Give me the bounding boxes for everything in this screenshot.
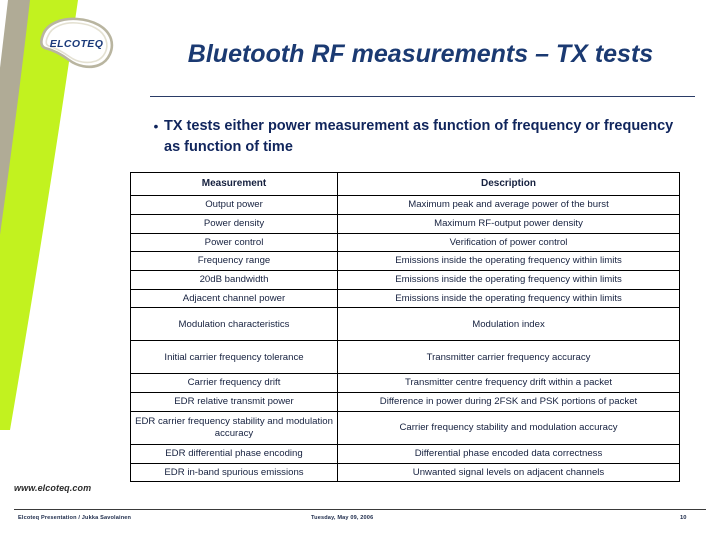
slide-number: 10 <box>680 515 687 521</box>
cell-measurement: Output power <box>130 195 338 215</box>
elcoteq-logo: ELCOTEQ <box>33 17 116 73</box>
table-row: Output power Maximum peak and average po… <box>130 195 680 215</box>
website-label: www.elcoteq.com <box>14 483 92 493</box>
footer-divider <box>14 509 706 510</box>
bullet-marker-icon: • <box>153 118 159 134</box>
cell-measurement: Adjacent channel power <box>130 288 338 309</box>
table-row: EDR carrier frequency stability and modu… <box>130 410 680 445</box>
cell-description: Differential phase encoded data correctn… <box>337 443 680 464</box>
table-row: 20dB bandwidth Emissions inside the oper… <box>130 270 680 290</box>
table-row: Power density Maximum RF-output power de… <box>130 213 680 234</box>
cell-description: Carrier frequency stability and modulati… <box>337 410 680 445</box>
decorative-swoosh <box>0 0 140 540</box>
table-row: Modulation characteristics Modulation in… <box>130 307 680 342</box>
cell-measurement: Modulation characteristics <box>130 307 338 342</box>
cell-description: Verification of power control <box>337 232 680 253</box>
cell-measurement: Power control <box>130 232 338 253</box>
cell-measurement: Power density <box>130 213 338 234</box>
bullet-item: • TX tests either power measurement as f… <box>148 116 693 158</box>
cell-measurement: 20dB bandwidth <box>130 270 338 290</box>
slide-title: Bluetooth RF measurements – TX tests <box>187 40 654 68</box>
logo-wordmark: ELCOTEQ <box>49 38 104 50</box>
cell-description: Emissions inside the operating frequency… <box>337 251 680 271</box>
table-header-row: Measurement Description <box>130 171 680 197</box>
cell-description: Emissions inside the operating frequency… <box>337 270 680 290</box>
table-row: EDR differential phase encoding Differen… <box>130 443 680 464</box>
column-header-measurement: Measurement <box>130 171 338 197</box>
table-row: Carrier frequency drift Transmitter cent… <box>130 373 680 394</box>
cell-description: Unwanted signal levels on adjacent chann… <box>337 462 680 483</box>
table-row: Frequency range Emissions inside the ope… <box>130 251 680 271</box>
table-row: EDR relative transmit power Difference i… <box>130 392 680 412</box>
cell-measurement: EDR in-band spurious emissions <box>130 462 338 483</box>
cell-description: Difference in power during 2FSK and PSK … <box>337 392 680 412</box>
cell-description: Transmitter carrier frequency accuracy <box>337 340 680 375</box>
cell-measurement: EDR relative transmit power <box>130 392 338 412</box>
table-row: EDR in-band spurious emissions Unwanted … <box>130 462 680 483</box>
column-header-description: Description <box>337 171 680 197</box>
cell-description: Emissions inside the operating frequency… <box>337 288 680 309</box>
cell-description: Transmitter centre frequency drift withi… <box>337 373 680 394</box>
cell-measurement: Initial carrier frequency tolerance <box>130 340 338 375</box>
table-row: Adjacent channel power Emissions inside … <box>130 288 680 309</box>
cell-description: Maximum RF-output power density <box>337 213 680 234</box>
bullet-text: TX tests either power measurement as fun… <box>164 118 674 155</box>
cell-description: Maximum peak and average power of the bu… <box>337 195 680 215</box>
footer-presentation-label: Elcoteq Presentation / Jukka Savolainen <box>18 515 132 521</box>
slide: ELCOTEQ Bluetooth RF measurements – TX t… <box>0 0 720 540</box>
footer-date: Tuesday, May 09, 2006 <box>311 515 374 521</box>
tx-tests-table: Measurement Description Output power Max… <box>130 171 680 483</box>
cell-measurement: Carrier frequency drift <box>130 373 338 394</box>
cell-measurement: Frequency range <box>130 251 338 271</box>
table-row: Initial carrier frequency tolerance Tran… <box>130 340 680 375</box>
title-divider <box>150 96 695 97</box>
cell-measurement: EDR carrier frequency stability and modu… <box>130 410 338 445</box>
cell-description: Modulation index <box>337 307 680 342</box>
table-row: Power control Verification of power cont… <box>130 232 680 253</box>
cell-measurement: EDR differential phase encoding <box>130 443 338 464</box>
